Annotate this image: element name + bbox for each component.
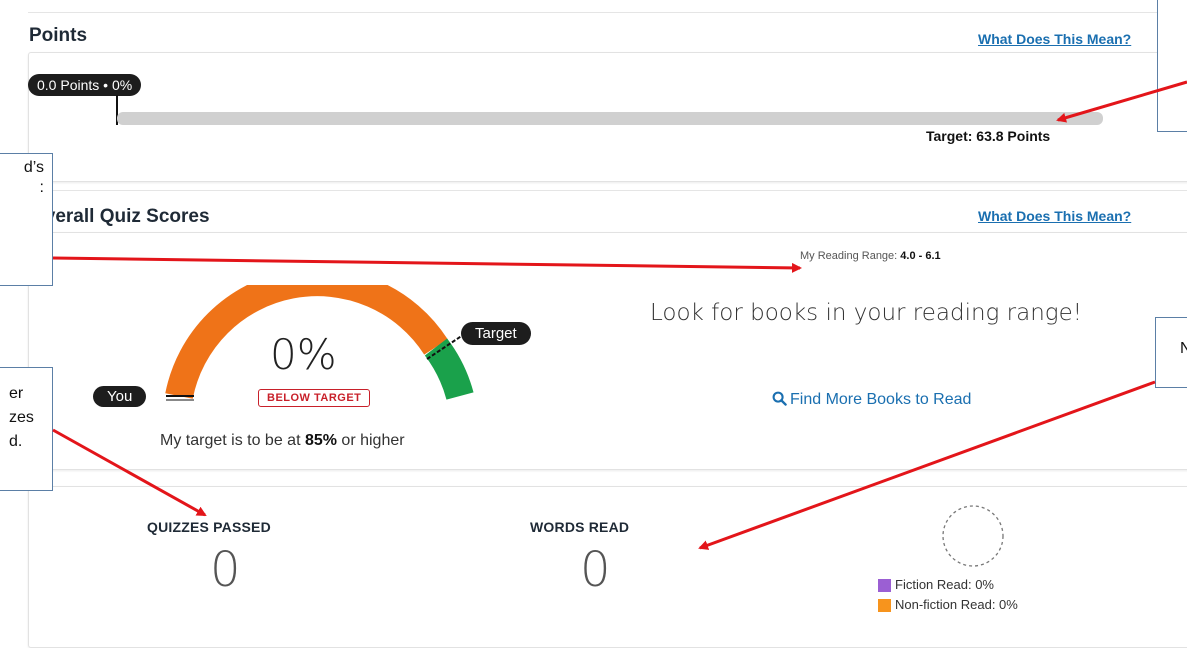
- arrow-to-reading-range: [52, 256, 802, 273]
- arrow-to-quizzes-passed: [52, 428, 207, 517]
- annotation-arrows: [52, 80, 1187, 550]
- arrow-to-target: [1056, 80, 1187, 123]
- arrow-to-words-read: [698, 380, 1156, 550]
